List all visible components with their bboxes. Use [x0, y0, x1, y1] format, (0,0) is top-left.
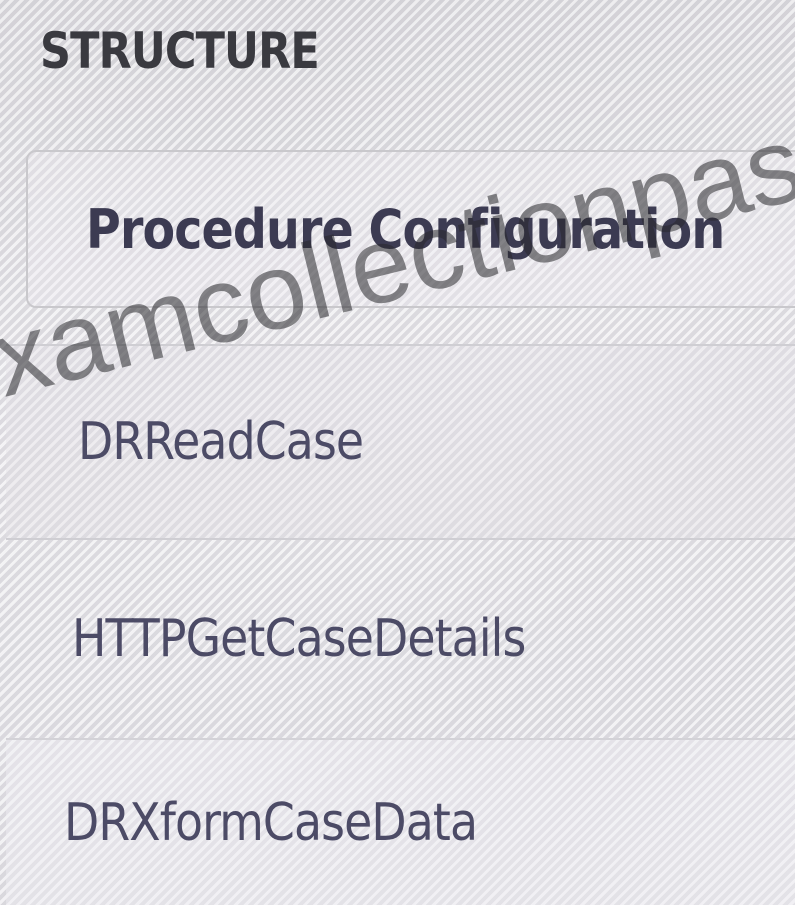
structure-item-label: HTTPGetCaseDetails: [72, 609, 526, 669]
structure-item-label: Procedure Configuration: [86, 197, 725, 261]
structure-item-label: DRXformCaseData: [64, 792, 478, 853]
structure-item-procedure-configuration[interactable]: Procedure Configuration: [26, 150, 795, 308]
panel-title: STRUCTURE: [40, 22, 320, 80]
structure-item-httpgetcasedetails[interactable]: HTTPGetCaseDetails: [6, 540, 795, 740]
structure-item-label: DRReadCase: [78, 412, 364, 472]
structure-item-drreadcase[interactable]: DRReadCase: [6, 344, 795, 540]
structure-item-drxformcasedata[interactable]: DRXformCaseData: [6, 740, 795, 905]
